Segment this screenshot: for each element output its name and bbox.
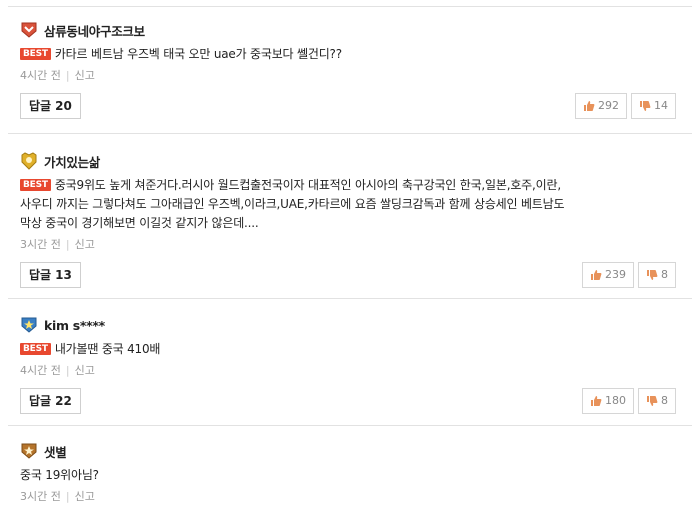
comment-author: 샛별 — [20, 440, 676, 462]
username[interactable]: 샛별 — [44, 442, 67, 461]
comment-separator — [8, 425, 692, 426]
comment-meta: 3시간 전 | 신고 — [20, 488, 676, 504]
thumbs-down-icon — [647, 396, 658, 406]
like-button[interactable]: 292 — [575, 93, 627, 119]
rank-badge-icon — [21, 152, 37, 170]
rank-badge-icon — [21, 22, 37, 38]
comment-text: BEST 카타르 베트남 우즈벡 태국 오만 uae가 중국보다 쎌건디?? — [20, 45, 676, 64]
vote-group: 180 8 — [578, 388, 676, 414]
meta-divider: | — [65, 238, 70, 251]
username[interactable]: 가치있는삶 — [44, 152, 100, 171]
vote-group: 292 14 — [571, 93, 676, 119]
comment-body-line: 중국9위도 높게 쳐준거다.러시아 월드컵출전국이자 대표적인 아시아의 축구강… — [54, 178, 561, 192]
reply-button[interactable]: 답글 13 — [20, 262, 81, 288]
report-link[interactable]: 신고 — [75, 238, 95, 251]
dislike-button[interactable]: 8 — [638, 262, 676, 288]
comment-body: 중국 19위아님? — [20, 468, 99, 482]
best-badge: BEST — [20, 48, 51, 60]
reply-count: 13 — [55, 268, 72, 282]
reply-button[interactable]: 답글 22 — [20, 388, 81, 414]
dislike-count: 8 — [661, 268, 668, 281]
thumbs-up-icon — [591, 396, 602, 406]
like-button[interactable]: 239 — [582, 262, 634, 288]
dislike-button[interactable]: 14 — [631, 93, 676, 119]
reply-label: 답글 — [29, 99, 52, 113]
comment-actions: 답글 22 180 8 — [20, 388, 676, 414]
comment-body: 카타르 베트남 우즈벡 태국 오만 uae가 중국보다 쎌건디?? — [54, 47, 342, 61]
like-count: 180 — [605, 394, 626, 407]
thumbs-down-icon — [640, 101, 651, 111]
comment-author: 가치있는삶 — [20, 150, 676, 172]
dislike-count: 14 — [654, 99, 668, 112]
username[interactable]: 삼류동네야구조크보 — [44, 21, 145, 40]
meta-divider: | — [65, 490, 70, 503]
dislike-count: 8 — [661, 394, 668, 407]
comment-body: 내가볼땐 중국 410배 — [54, 342, 161, 356]
comment-body-line: 막상 중국이 경기해보면 이길것 같지가 않은데.... — [20, 216, 259, 230]
comment-separator — [8, 298, 692, 299]
best-badge: BEST — [20, 179, 51, 191]
thumbs-up-icon — [591, 270, 602, 280]
comment-author: kim s**** — [20, 314, 676, 336]
comment-meta: 4시간 전 | 신고 — [20, 67, 676, 83]
timestamp: 4시간 전 — [20, 364, 61, 377]
thumbs-down-icon — [647, 270, 658, 280]
report-link[interactable]: 신고 — [75, 490, 95, 503]
report-link[interactable]: 신고 — [75, 69, 95, 82]
reply-button[interactable]: 답글 20 — [20, 93, 81, 119]
comment-actions: 답글 13 239 8 — [20, 262, 676, 288]
like-count: 239 — [605, 268, 626, 281]
meta-divider: | — [65, 69, 70, 82]
username[interactable]: kim s**** — [44, 318, 105, 333]
comment-text: BEST 내가볼땐 중국 410배 — [20, 340, 676, 359]
comment-body-line: 사우디 까지는 그렇다쳐도 그아래급인 우즈벡,이라크,UAE,카타르에 요즘 … — [20, 197, 565, 211]
reply-count: 20 — [55, 99, 72, 113]
reply-label: 답글 — [29, 268, 52, 282]
best-badge: BEST — [20, 343, 51, 355]
thumbs-up-icon — [584, 101, 595, 111]
comment-text: BEST 중국9위도 높게 쳐준거다.러시아 월드컵출전국이자 대표적인 아시아의… — [20, 176, 676, 233]
dislike-button[interactable]: 8 — [638, 388, 676, 414]
like-count: 292 — [598, 99, 619, 112]
reply-count: 22 — [55, 394, 72, 408]
vote-group: 239 8 — [578, 262, 676, 288]
meta-divider: | — [65, 364, 70, 377]
comment-author: 삼류동네야구조크보 — [20, 19, 676, 41]
comment-meta: 3시간 전 | 신고 — [20, 236, 676, 252]
comment-item: 삼류동네야구조크보 BEST 카타르 베트남 우즈벡 태국 오만 uae가 중국보… — [20, 19, 676, 119]
comment-text: 중국 19위아님? — [20, 466, 676, 485]
timestamp: 4시간 전 — [20, 69, 61, 82]
like-button[interactable]: 180 — [582, 388, 634, 414]
timestamp: 3시간 전 — [20, 490, 61, 503]
rank-badge-icon — [21, 317, 37, 333]
rank-badge-icon — [21, 443, 37, 459]
comment-item: 가치있는삶 BEST 중국9위도 높게 쳐준거다.러시아 월드컵출전국이자 대표적… — [20, 150, 676, 288]
timestamp: 3시간 전 — [20, 238, 61, 251]
report-link[interactable]: 신고 — [75, 364, 95, 377]
comment-actions: 답글 20 292 14 — [20, 93, 676, 119]
comment-meta: 4시간 전 | 신고 — [20, 362, 676, 378]
comment-item: kim s**** BEST 내가볼땐 중국 410배 4시간 전 | 신고 답글 22… — [20, 314, 676, 414]
top-divider — [8, 6, 692, 7]
reply-label: 답글 — [29, 394, 52, 408]
comment-item: 샛별 중국 19위아님? 3시간 전 | 신고 — [20, 440, 676, 504]
comment-separator — [8, 133, 692, 134]
